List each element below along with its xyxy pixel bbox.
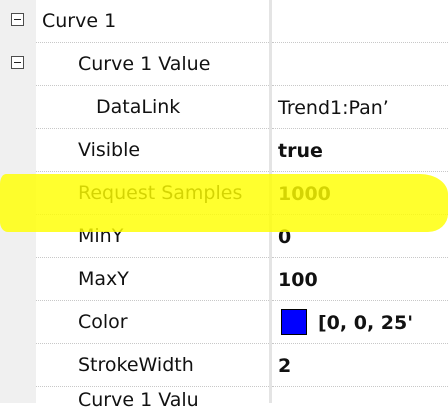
row-gutter bbox=[0, 0, 36, 43]
datalink-value: Trend1:Pan’ bbox=[278, 97, 389, 119]
property-name-cell[interactable]: StrokeWidth bbox=[36, 344, 269, 387]
property-value-cell[interactable]: 2 bbox=[272, 344, 448, 387]
property-label-request-samples: Request Samples bbox=[78, 182, 243, 204]
property-name-cell[interactable]: MinY bbox=[36, 215, 269, 258]
property-label-partial: Curve 1 Valu bbox=[78, 389, 199, 411]
property-name-cell[interactable]: MaxY bbox=[36, 258, 269, 301]
strokewidth-value: 2 bbox=[278, 355, 292, 377]
color-value: [0, 0, 25' bbox=[318, 312, 414, 334]
property-value-cell[interactable]: true bbox=[272, 129, 448, 172]
visible-value: true bbox=[278, 140, 323, 162]
maxy-value: 100 bbox=[278, 269, 318, 291]
row-gutter bbox=[0, 301, 36, 344]
row-gutter bbox=[0, 43, 36, 86]
row-gutter bbox=[0, 129, 36, 172]
property-label-visible: Visible bbox=[78, 139, 141, 161]
property-value-cell[interactable] bbox=[272, 0, 448, 43]
row-gutter bbox=[0, 86, 36, 129]
property-value-cell[interactable]: 0 bbox=[272, 215, 448, 258]
collapse-icon[interactable] bbox=[11, 13, 24, 26]
row-gutter bbox=[0, 258, 36, 301]
property-value-cell[interactable]: 100 bbox=[272, 258, 448, 301]
property-name-cell[interactable]: Visible bbox=[36, 129, 269, 172]
property-row-color[interactable]: Color [0, 0, 25' bbox=[0, 301, 448, 344]
property-label-miny: MinY bbox=[78, 225, 124, 247]
property-row-miny[interactable]: MinY 0 bbox=[0, 215, 448, 258]
property-name-cell[interactable]: Request Samples bbox=[36, 172, 269, 215]
property-value-cell[interactable]: [0, 0, 25' bbox=[272, 301, 448, 344]
property-label-datalink: DataLink bbox=[96, 96, 181, 118]
property-name-cell[interactable]: Curve 1 Value bbox=[36, 43, 269, 86]
property-name-cell[interactable]: Color bbox=[36, 301, 269, 344]
property-value-cell[interactable]: Trend1:Pan’ bbox=[272, 86, 448, 129]
property-row-curve-1-value[interactable]: Curve 1 Value bbox=[0, 43, 448, 86]
property-value-cell[interactable]: 1000 bbox=[272, 172, 448, 215]
miny-value: 0 bbox=[278, 226, 292, 248]
row-gutter bbox=[0, 172, 36, 215]
property-row-strokewidth[interactable]: StrokeWidth 2 bbox=[0, 344, 448, 387]
row-gutter bbox=[0, 215, 36, 258]
property-row-visible[interactable]: Visible true bbox=[0, 129, 448, 172]
row-gutter bbox=[0, 344, 36, 387]
color-swatch[interactable] bbox=[281, 309, 307, 335]
property-name-cell[interactable]: Curve 1 bbox=[36, 0, 269, 43]
property-row-partial[interactable]: Curve 1 Valu bbox=[0, 384, 448, 410]
collapse-icon[interactable] bbox=[11, 56, 24, 69]
property-grid: Curve 1 Curve 1 Value DataLink Trend1:Pa… bbox=[0, 0, 448, 410]
property-value-cell[interactable] bbox=[272, 43, 448, 86]
property-label-curve-1: Curve 1 bbox=[42, 10, 117, 32]
property-name-cell[interactable]: DataLink bbox=[36, 86, 269, 129]
property-label-color: Color bbox=[78, 311, 128, 333]
property-row-maxy[interactable]: MaxY 100 bbox=[0, 258, 448, 301]
request-samples-value: 1000 bbox=[278, 183, 331, 205]
property-label-strokewidth: StrokeWidth bbox=[78, 354, 194, 376]
property-label-maxy: MaxY bbox=[78, 268, 129, 290]
property-label-curve-1-value: Curve 1 Value bbox=[78, 53, 211, 75]
property-row-datalink[interactable]: DataLink Trend1:Pan’ bbox=[0, 86, 448, 129]
row-gutter bbox=[0, 384, 36, 403]
property-row-request-samples[interactable]: Request Samples 1000 bbox=[0, 172, 448, 215]
property-row-curve-1[interactable]: Curve 1 bbox=[0, 0, 448, 43]
